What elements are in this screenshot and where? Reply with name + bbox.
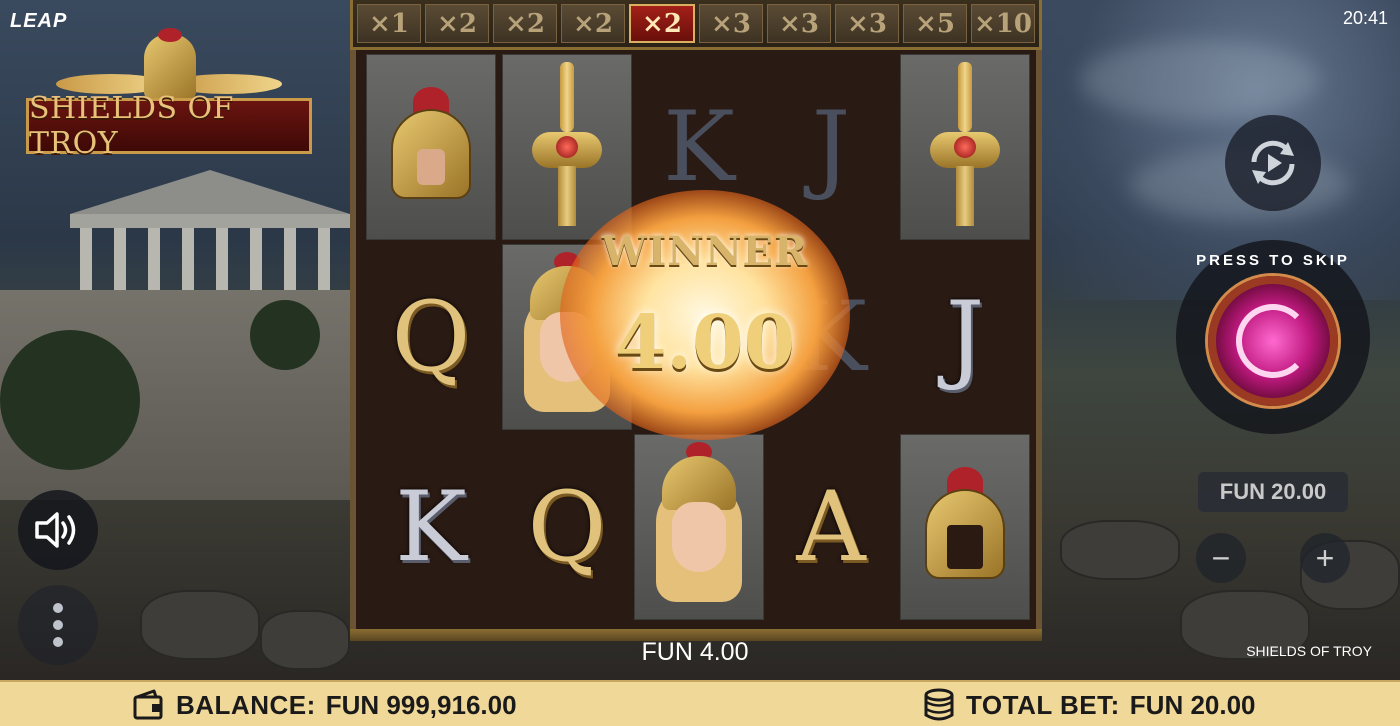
- skip-label: PRESS TO SKIP: [1196, 252, 1350, 269]
- multiplier-cell: ×3: [767, 4, 831, 43]
- balance-value: FUN 999,916.00: [325, 689, 517, 720]
- rock: [140, 590, 260, 660]
- more-vertical-icon: [53, 603, 63, 613]
- multiplier-cell: ×2: [561, 4, 625, 43]
- press-to-skip-button[interactable]: PRESS TO SKIP: [1176, 240, 1370, 434]
- sword-icon: [930, 62, 1000, 232]
- symbol-k: K: [395, 471, 467, 583]
- total-bet-label: TOTAL BET:: [966, 689, 1120, 720]
- decrease-bet-button[interactable]: −: [1196, 533, 1246, 583]
- game-name-label: SHIELDS OF TROY: [1246, 643, 1372, 659]
- winner-title: WINNER: [601, 228, 809, 275]
- win-amount-line: FUN 4.00: [641, 638, 749, 666]
- autoplay-icon: [1251, 140, 1295, 186]
- multiplier-cell: ×10: [971, 4, 1035, 43]
- rock: [260, 610, 350, 670]
- coins-icon: [924, 688, 954, 721]
- sword-icon: [532, 62, 602, 232]
- skip-orb-icon: [1208, 276, 1338, 406]
- bush: [0, 330, 140, 470]
- symbol-sword: [502, 54, 632, 240]
- multiplier-cell: ×2: [493, 4, 557, 43]
- balance-label: BALANCE:: [176, 689, 316, 720]
- menu-button[interactable]: [18, 585, 98, 665]
- multiplier-cell: ×2: [425, 4, 489, 43]
- wallet-icon: [133, 689, 163, 720]
- cloud: [1080, 40, 1320, 120]
- symbol-j: J: [945, 281, 985, 393]
- game-logo: SHIELDS OF TROY: [26, 28, 312, 161]
- bush: [250, 300, 320, 370]
- symbol-q: Q: [391, 281, 471, 393]
- woman-warrior-icon: [644, 442, 754, 612]
- increase-bet-button[interactable]: +: [1300, 533, 1350, 583]
- multiplier-cell: ×3: [699, 4, 763, 43]
- clock: 20:41: [1342, 8, 1388, 28]
- logo-title: SHIELDS OF TROY: [29, 91, 234, 161]
- autoplay-button[interactable]: [1225, 115, 1321, 211]
- balance-group: BALANCE: FUN 999,916.00: [132, 682, 517, 726]
- bet-display: FUN 20.00: [1198, 472, 1348, 512]
- golden-helmet-icon: [917, 467, 1013, 587]
- symbol-q: Q: [527, 471, 607, 583]
- speaker-icon: [35, 512, 76, 548]
- symbol-a: A: [796, 471, 866, 583]
- symbol-sword: [900, 54, 1030, 240]
- rock: [1060, 520, 1180, 580]
- total-bet-value: FUN 20.00: [1129, 689, 1256, 720]
- total-bet-group: TOTAL BET: FUN 20.00: [922, 682, 1256, 726]
- symbol-woman-warrior: [634, 434, 764, 620]
- multiplier-cell-active: ×2: [629, 4, 695, 43]
- multiplier-cell: ×1: [357, 4, 421, 43]
- symbol-golden-helmet: [900, 434, 1030, 620]
- symbol-helmet-warrior: [366, 54, 496, 240]
- multiplier-cell: ×5: [903, 4, 967, 43]
- winner-amount: 4.00: [614, 300, 796, 386]
- multiplier-bar: ×1 ×2 ×2 ×2 ×2 ×3 ×3 ×3 ×5 ×10: [350, 0, 1042, 50]
- bottom-bar: BALANCE: FUN 999,916.00 TOTAL BET: FUN 2…: [0, 680, 1400, 726]
- helmet-warrior-icon: [383, 87, 479, 207]
- temple: [70, 170, 350, 310]
- multiplier-cell: ×3: [835, 4, 899, 43]
- sound-button[interactable]: [18, 490, 98, 570]
